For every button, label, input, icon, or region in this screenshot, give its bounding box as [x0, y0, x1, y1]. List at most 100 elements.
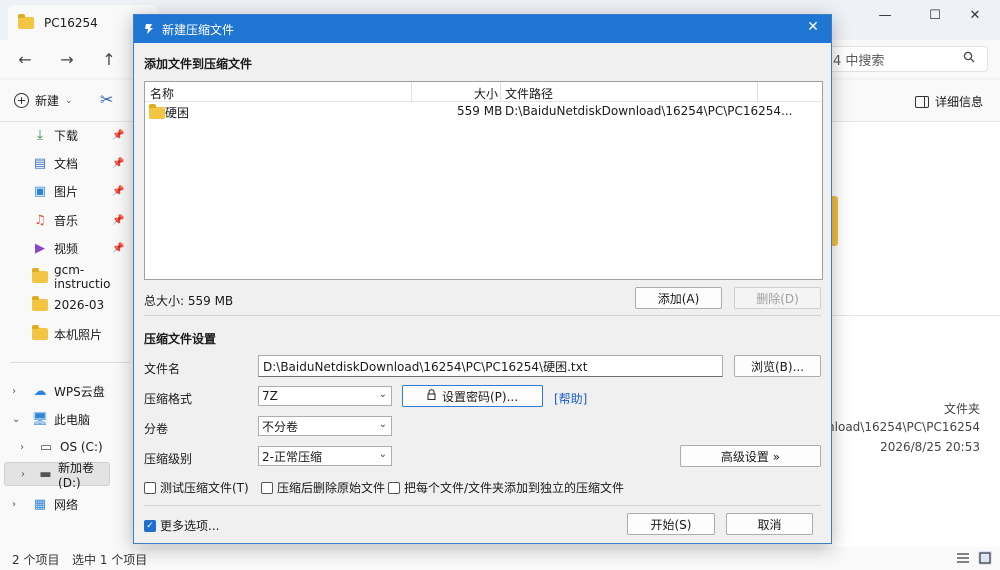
sidebar-item-label: 此电脑: [54, 412, 91, 427]
status-bar: 2 个项目 选中 1 个项目: [0, 547, 1000, 570]
drive-icon: ▬: [39, 466, 52, 482]
folder-icon: [32, 325, 48, 341]
split-value: 不分卷: [262, 419, 299, 434]
close-window-button[interactable]: ✕: [952, 0, 998, 30]
details-modified: 2026/8/25 20:53: [880, 440, 980, 454]
advanced-settings-button[interactable]: 高级设置 »: [680, 445, 821, 467]
explorer-search-input[interactable]: 4 中搜索: [820, 46, 988, 72]
filename-label: 文件名: [144, 362, 181, 376]
pin-icon: 📌: [112, 129, 125, 141]
details-pane: 文件夹 kDownload\16254\PC\PC16254 2026/8/25…: [794, 315, 1000, 547]
new-label: 新建: [35, 94, 60, 108]
details-view-icon[interactable]: [956, 551, 970, 565]
chevron-down-icon: ⌄: [378, 449, 387, 460]
sidebar-item-this-pc[interactable]: ⌄ 🖥 此电脑: [0, 407, 134, 431]
cut-icon[interactable]: ✂: [100, 90, 113, 109]
lock-icon: [427, 389, 436, 403]
more-options-checkbox[interactable]: ✓ 更多选项...: [144, 517, 219, 534]
details-pane-icon: [915, 95, 929, 108]
checkbox-label: 更多选项...: [160, 519, 220, 533]
picture-icon: ▣: [33, 183, 47, 199]
chevron-down-icon[interactable]: ⌄: [12, 414, 20, 425]
delete-after-checkbox[interactable]: 压缩后删除原始文件: [261, 479, 385, 496]
sidebar-item-wps-cloud[interactable]: › ☁ WPS云盘: [0, 379, 134, 403]
delete-button[interactable]: 删除(D): [734, 287, 821, 309]
sidebar-item-network[interactable]: › ▦ 网络: [0, 492, 134, 516]
separate-archive-checkbox[interactable]: 把每个文件/文件夹添加到独立的压缩文件: [388, 479, 624, 496]
close-icon[interactable]: ✕: [803, 19, 823, 35]
chevron-down-icon: ⌄: [378, 419, 387, 430]
sidebar-item-local-photos[interactable]: 本机照片: [0, 322, 134, 346]
selected-count: 选中 1 个项目: [72, 553, 148, 567]
sidebar-item-label: 文档: [54, 156, 79, 171]
sidebar-divider: [10, 362, 130, 363]
chevron-right-icon[interactable]: ›: [12, 499, 16, 510]
column-size-header[interactable]: 大小: [474, 85, 498, 102]
sidebar-item-label: WPS云盘: [54, 384, 105, 399]
settings-heading: 压缩文件设置: [144, 332, 217, 346]
details-label: 详细信息: [935, 95, 984, 109]
sidebar-item-drive-c[interactable]: › ▭ OS (C:): [0, 435, 134, 459]
checkmark-icon: ✓: [144, 519, 156, 532]
level-value: 2-正常压缩: [262, 449, 322, 464]
sidebar-item-gcm[interactable]: gcm-instructio: [0, 263, 134, 291]
add-files-heading: 添加文件到压缩文件: [144, 57, 253, 71]
folder-icon: [32, 296, 48, 312]
chevron-right-icon[interactable]: ›: [20, 442, 24, 453]
folder-icon: [18, 13, 34, 29]
cancel-button[interactable]: 取消: [726, 513, 813, 535]
section-divider: [144, 315, 821, 316]
filename-input[interactable]: D:\BaiduNetdiskDownload\16254\PC\PC16254…: [258, 355, 723, 377]
forward-arrow-icon[interactable]: →: [56, 49, 78, 69]
checkbox-label: 把每个文件/文件夹添加到独立的压缩文件: [404, 481, 625, 495]
drive-icon: ▭: [39, 439, 53, 455]
level-select[interactable]: 2-正常压缩 ⌄: [258, 446, 392, 466]
download-icon: ⤓: [37, 127, 43, 143]
file-list[interactable]: 名称 大小 文件路径 硬困 559 MB D:\BaiduNetdiskDown…: [144, 81, 823, 280]
details-button[interactable]: 详细信息: [915, 93, 983, 110]
sidebar-item-drive-d[interactable]: › ▬ 新加卷 (D:): [4, 461, 110, 490]
folder-thumbnail-edge: [832, 196, 838, 246]
split-select[interactable]: 不分卷 ⌄: [258, 416, 392, 436]
format-select[interactable]: 7Z ⌄: [258, 386, 392, 406]
sidebar-item-music[interactable]: ♫ 音乐 📌: [0, 208, 134, 232]
up-arrow-icon[interactable]: ↑: [98, 49, 120, 69]
sidebar-item-label: 图片: [54, 184, 79, 199]
table-row[interactable]: 硬困 559 MB D:\BaiduNetdiskDownload\16254\…: [145, 102, 822, 120]
row-path: D:\BaiduNetdiskDownload\16254\PC\PC16254…: [505, 104, 793, 118]
set-password-button[interactable]: 设置密码(P)...: [402, 385, 543, 407]
sidebar-item-downloads[interactable]: ⤓ 下载 📌: [0, 123, 134, 147]
chevron-right-icon[interactable]: ›: [12, 386, 16, 397]
new-button[interactable]: + 新建 ⌄: [14, 92, 73, 109]
column-path-header[interactable]: 文件路径: [505, 85, 553, 102]
sidebar-item-documents[interactable]: ▤ 文档 📌: [0, 151, 134, 175]
tiles-view-icon[interactable]: [978, 551, 992, 565]
test-archive-checkbox[interactable]: 测试压缩文件(T): [144, 479, 249, 496]
sidebar-item-label: gcm-instructio: [54, 263, 111, 291]
sidebar-item-videos[interactable]: ▶ 视频 📌: [0, 236, 134, 260]
sidebar-item-label: 网络: [54, 497, 79, 512]
plus-icon: +: [14, 93, 29, 108]
section-divider: [144, 505, 821, 506]
tab-title: PC16254: [44, 15, 98, 30]
start-button[interactable]: 开始(S): [627, 513, 715, 535]
chevron-down-icon: ⌄: [65, 95, 73, 106]
minimize-button[interactable]: —: [862, 0, 908, 30]
document-icon: ▤: [33, 155, 47, 171]
add-button[interactable]: 添加(A): [635, 287, 722, 309]
column-name-header[interactable]: 名称: [150, 85, 174, 102]
chevron-right-icon[interactable]: ›: [21, 469, 25, 480]
sidebar-item-label: 本机照片: [54, 327, 103, 342]
column-divider[interactable]: [757, 82, 758, 102]
browse-button[interactable]: 浏览(B)...: [734, 355, 821, 377]
sidebar-item-label: 音乐: [54, 213, 79, 228]
column-divider[interactable]: [411, 82, 412, 102]
back-arrow-icon[interactable]: ←: [14, 49, 36, 69]
column-divider[interactable]: [500, 82, 501, 102]
help-link[interactable]: [帮助]: [554, 390, 587, 407]
sidebar-item-label: 视频: [54, 241, 79, 256]
cloud-icon: ☁: [33, 383, 47, 399]
search-placeholder: 4 中搜索: [833, 53, 885, 69]
sidebar-item-2026-03[interactable]: 2026-03: [0, 293, 134, 317]
sidebar-item-pictures[interactable]: ▣ 图片 📌: [0, 179, 134, 203]
